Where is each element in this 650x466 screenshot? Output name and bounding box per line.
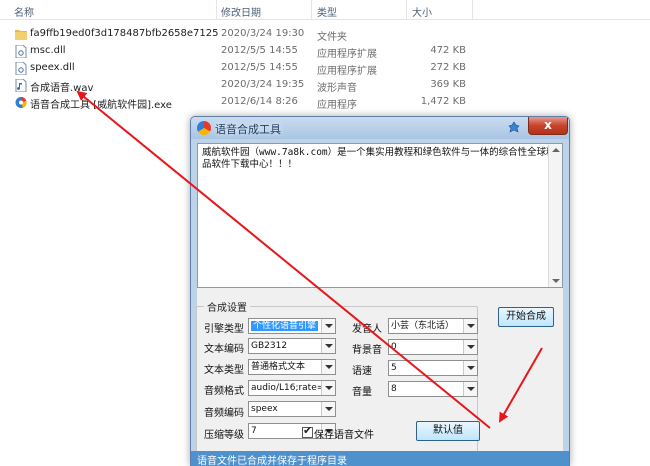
speaker-label: 发音人: [352, 324, 382, 335]
chevron-down-icon[interactable]: [321, 381, 335, 395]
file-row[interactable]: speex.dll 2012/5/5 14:55 应用程序扩展 272 KB: [0, 60, 650, 77]
file-size: 472 KB: [430, 45, 466, 56]
window-titlebar[interactable]: 语音合成工具 x: [191, 117, 569, 139]
checkmark-icon: ✔: [303, 424, 313, 437]
close-button[interactable]: x: [528, 117, 568, 135]
chevron-down-icon[interactable]: [321, 319, 335, 333]
text-type-label: 文本类型: [204, 365, 244, 376]
folder-icon: [15, 30, 27, 40]
file-date: 2012/5/5 14:55: [221, 62, 298, 73]
audio-format-select[interactable]: audio/L16;rate=: [248, 380, 336, 396]
audio-format-label: 音频格式: [204, 386, 244, 397]
file-row[interactable]: 合成语音.wav 2020/3/24 19:35 波形声音 369 KB: [0, 77, 650, 94]
audio-codec-label: 音频编码: [204, 408, 244, 419]
speed-select[interactable]: 5: [388, 360, 478, 376]
app-logo-icon: [197, 121, 211, 135]
vertical-scrollbar[interactable]: [548, 144, 562, 287]
chevron-down-icon[interactable]: [463, 340, 477, 354]
chevron-down-icon[interactable]: [321, 360, 335, 374]
file-row[interactable]: msc.dll 2012/5/5 14:55 应用程序扩展 472 KB: [0, 43, 650, 60]
chevron-down-icon[interactable]: [463, 319, 477, 333]
chevron-down-icon[interactable]: [463, 361, 477, 375]
file-name: fa9ffb19ed0f3d178487bfb2658e7125: [30, 28, 219, 39]
pin-icon[interactable]: [507, 121, 521, 135]
file-size: 1,472 KB: [420, 96, 466, 107]
file-name: 语音合成工具 [威航软件园].exe: [30, 100, 172, 111]
chevron-down-icon[interactable]: [321, 402, 335, 416]
file-type: 文件夹: [317, 32, 347, 43]
file-date: 2012/5/5 14:55: [221, 45, 298, 56]
dll-file-icon: [15, 45, 27, 58]
file-size: 272 KB: [430, 62, 466, 73]
text-type-select[interactable]: 普通格式文本: [248, 359, 336, 375]
engine-value: 个性化语音引擎: [251, 321, 319, 331]
chevron-down-icon[interactable]: [463, 382, 477, 396]
volume-label: 音量: [352, 387, 372, 398]
window-title: 语音合成工具: [215, 123, 281, 136]
file-size: 369 KB: [430, 79, 466, 90]
text-content: 威航软件园（www.7a8k.com）是一个集实用教程和绿色软件与一体的综合性全…: [202, 147, 556, 170]
column-size[interactable]: 大小: [412, 4, 432, 19]
scroll-down-icon[interactable]: [552, 279, 560, 283]
status-text: 语音文件已合成并保存于程序目录: [197, 456, 347, 466]
bg-sound-label: 背景音: [352, 345, 382, 356]
file-name: speex.dll: [30, 62, 75, 73]
file-row[interactable]: 语音合成工具 [威航软件园].exe 2012/6/14 8:26 应用程序 1…: [0, 94, 650, 111]
file-type: 应用程序扩展: [317, 66, 377, 77]
file-type: 应用程序: [317, 100, 357, 111]
column-divider[interactable]: [406, 0, 407, 20]
chevron-down-icon[interactable]: [321, 339, 335, 353]
engine-select[interactable]: 个性化语音引擎: [248, 318, 336, 334]
file-date: 2020/3/24 19:35: [221, 79, 305, 90]
encoding-value: GB2312: [251, 341, 288, 351]
file-type: 波形声音: [317, 83, 357, 94]
speaker-select[interactable]: 小芸（东北话）: [388, 318, 478, 334]
column-date[interactable]: 修改日期: [221, 4, 261, 19]
compress-level-label: 压缩等级: [204, 430, 244, 441]
bg-sound-select[interactable]: 0: [388, 339, 478, 355]
column-divider[interactable]: [311, 0, 312, 20]
save-voice-file-label[interactable]: 保存语音文件: [314, 426, 374, 441]
engine-label: 引擎类型: [204, 324, 244, 335]
file-type: 应用程序扩展: [317, 49, 377, 60]
default-values-button[interactable]: 默认值: [416, 421, 480, 441]
audio-codec-select[interactable]: speex: [248, 401, 336, 417]
file-name: 合成语音.wav: [30, 83, 94, 94]
bg-sound-value: 0: [391, 342, 397, 352]
audio-format-value: audio/L16;rate=: [251, 383, 325, 393]
file-date: 2020/3/24 19:30: [221, 28, 305, 39]
encoding-label: 文本编码: [204, 344, 244, 355]
column-type[interactable]: 类型: [317, 4, 337, 19]
speaker-value: 小芸（东北话）: [391, 321, 455, 331]
column-name[interactable]: 名称: [14, 4, 34, 19]
column-divider[interactable]: [472, 0, 473, 20]
compress-level-value: 7: [251, 426, 257, 436]
exe-app-icon: [15, 96, 27, 108]
scroll-up-icon[interactable]: [552, 148, 560, 152]
encoding-select[interactable]: GB2312: [248, 338, 336, 354]
file-row[interactable]: fa9ffb19ed0f3d178487bfb2658e7125 2020/3/…: [0, 26, 650, 43]
file-name: msc.dll: [30, 45, 66, 56]
wav-file-icon: [15, 79, 27, 92]
column-divider[interactable]: [216, 0, 217, 20]
speed-label: 语速: [352, 366, 372, 377]
file-date: 2012/6/14 8:26: [221, 96, 298, 107]
text-input-area[interactable]: 威航软件园（www.7a8k.com）是一个集实用教程和绿色软件与一体的综合性全…: [197, 143, 563, 288]
volume-value: 8: [391, 384, 397, 394]
audio-codec-value: speex: [251, 404, 278, 414]
column-header: 名称 修改日期 类型 大小: [0, 0, 650, 20]
text-type-value: 普通格式文本: [251, 362, 306, 372]
speed-value: 5: [391, 363, 397, 373]
settings-group-title: 合成设置: [204, 299, 250, 314]
status-bar: 语音文件已合成并保存于程序目录: [191, 451, 569, 466]
start-synthesis-button[interactable]: 开始合成: [498, 307, 554, 327]
volume-select[interactable]: 8: [388, 381, 478, 397]
dll-file-icon: [15, 62, 27, 75]
